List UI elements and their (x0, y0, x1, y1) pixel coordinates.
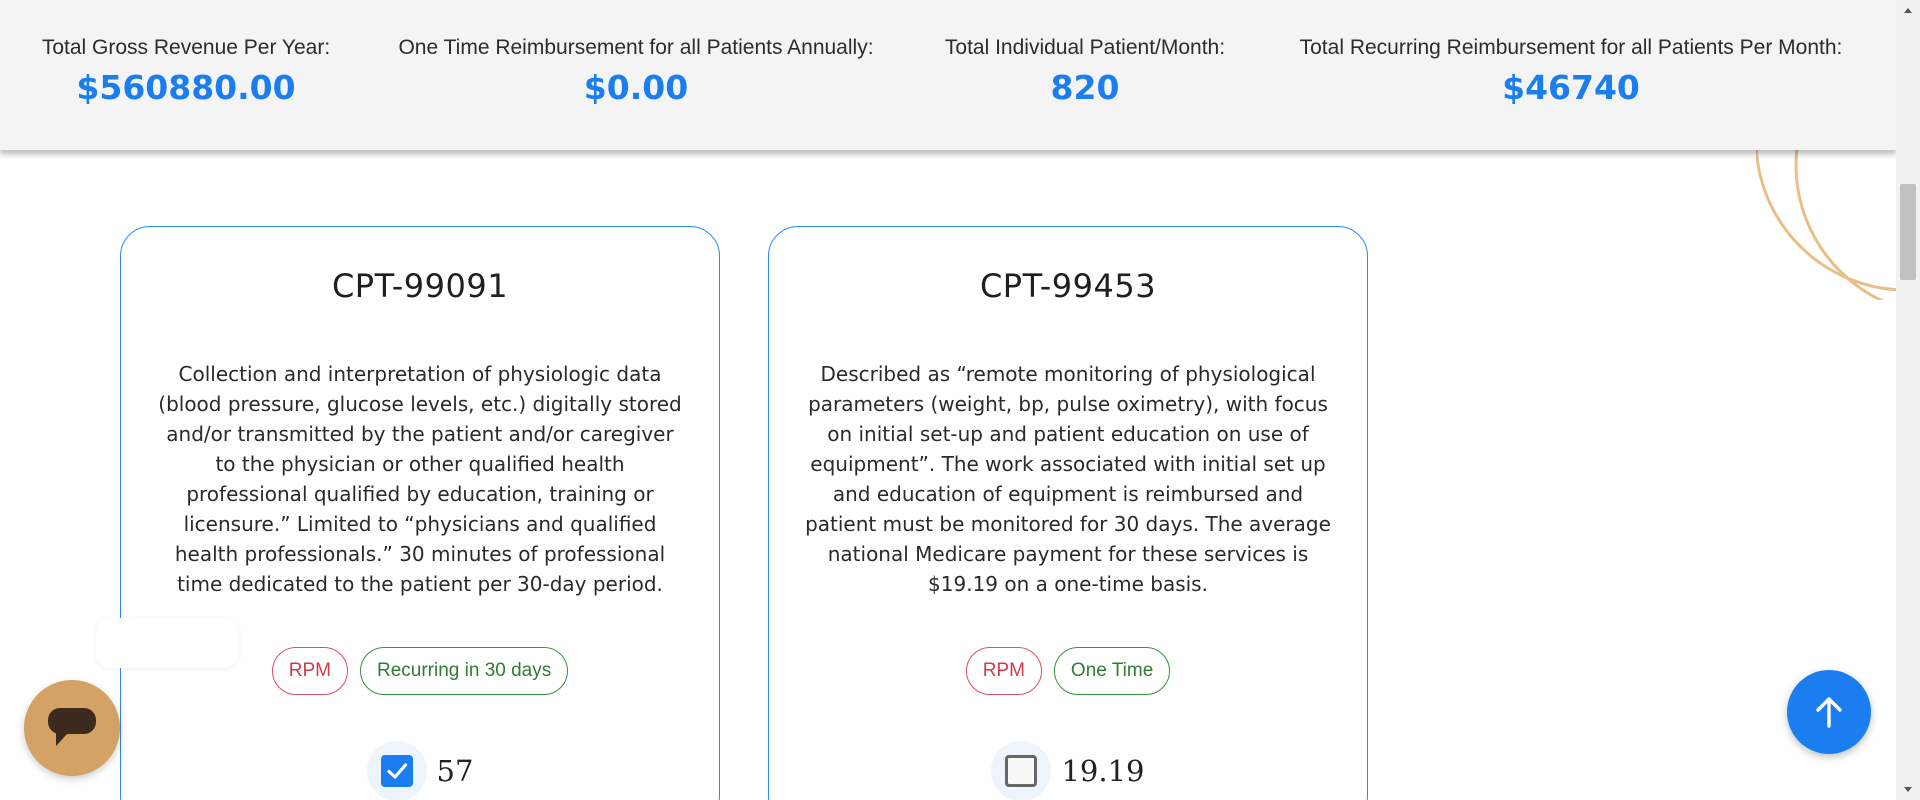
tag-frequency: Recurring in 30 days (359, 647, 569, 695)
card-price: 57 (436, 754, 474, 788)
select-checkbox[interactable] (991, 741, 1052, 800)
scroll-to-top-button[interactable] (1787, 670, 1871, 754)
stat-patients-per-month: Total Individual Patient/Month: 820 (934, 36, 1236, 107)
card-title: CPT-99091 (331, 267, 509, 305)
scrollbar-thumb[interactable] (1900, 184, 1916, 280)
vertical-scrollbar[interactable] (1896, 0, 1920, 800)
price-row: 57 (121, 741, 719, 800)
page: Total Gross Revenue Per Year: $560880.00… (0, 0, 1920, 800)
card-description: Collection and interpretation of physiol… (158, 362, 682, 596)
card-tags: RPM One Time (769, 647, 1367, 695)
cpt-card: CPT-99091 Collection and interpretation … (120, 226, 720, 800)
card-price: 19.19 (1061, 754, 1145, 788)
card-title: CPT-99453 (979, 267, 1157, 305)
arrow-up-icon (1816, 697, 1842, 728)
chat-button[interactable] (24, 680, 120, 776)
chat-greeting-bubble[interactable] (96, 618, 238, 668)
checkbox-checked[interactable] (380, 755, 413, 787)
stat-value: $0.00 (583, 68, 689, 107)
stat-value: $560880.00 (76, 68, 296, 107)
stat-recurring-reimbursement: Total Recurring Reimbursement for all Pa… (1283, 36, 1859, 107)
tag-rpm: RPM (965, 647, 1042, 695)
checkbox-unchecked[interactable] (1005, 755, 1038, 787)
checkmark-icon (386, 763, 407, 779)
tag-frequency: One Time (1053, 647, 1171, 695)
stat-label: Total Individual Patient/Month: (944, 36, 1226, 59)
price-row: 19.19 (769, 741, 1367, 800)
stat-one-time-reimbursement: One Time Reimbursement for all Patients … (384, 36, 888, 107)
cpt-card: CPT-99453 Described as “remote monitorin… (768, 226, 1368, 800)
scroll-down-arrow-icon[interactable] (1896, 780, 1920, 800)
stat-value: $46740 (1502, 68, 1640, 107)
stat-label: Total Gross Revenue Per Year: (41, 36, 331, 59)
stat-label: Total Recurring Reimbursement for all Pa… (1299, 36, 1843, 59)
stat-gross-revenue: Total Gross Revenue Per Year: $560880.00 (36, 36, 336, 107)
scroll-up-arrow-icon[interactable] (1896, 0, 1920, 20)
tag-rpm: RPM (271, 647, 348, 695)
card-description: Described as “remote monitoring of physi… (805, 362, 1331, 596)
stat-label: One Time Reimbursement for all Patients … (398, 36, 874, 59)
stat-value: 820 (1050, 68, 1120, 107)
revenue-summary-bar: Total Gross Revenue Per Year: $560880.00… (0, 0, 1896, 150)
select-checkbox[interactable] (366, 741, 427, 800)
chat-icon (48, 708, 96, 746)
